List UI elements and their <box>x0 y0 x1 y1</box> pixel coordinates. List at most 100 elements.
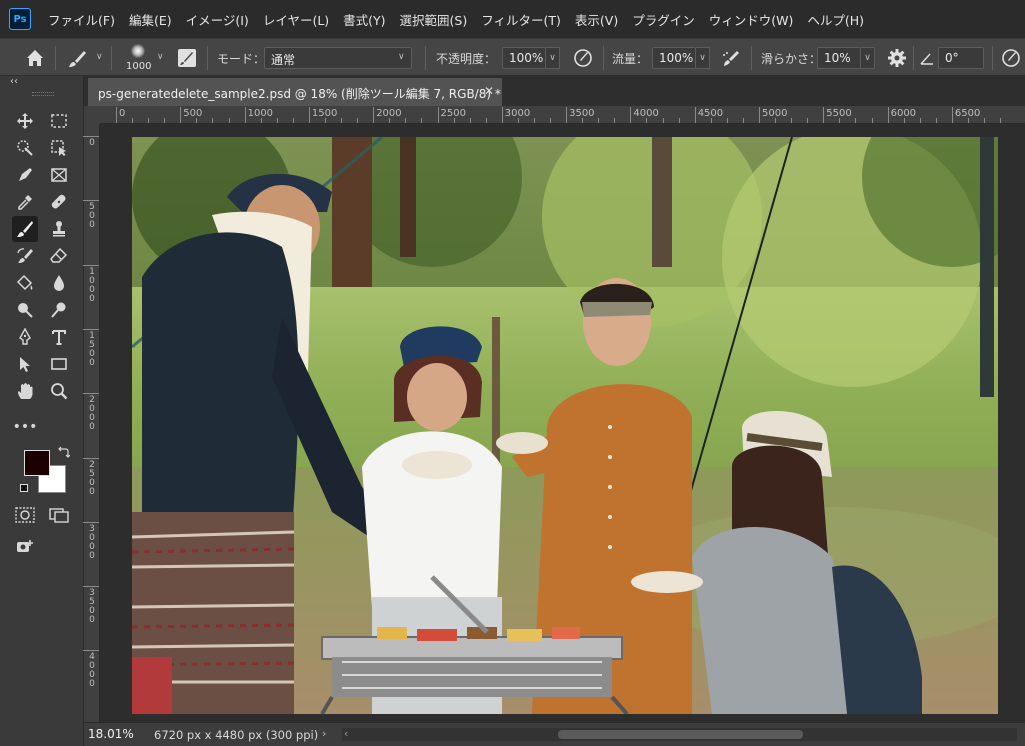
document-canvas-photo[interactable] <box>132 137 998 714</box>
quick-selection-icon[interactable] <box>12 135 38 161</box>
separator <box>751 46 752 70</box>
ruler-tick-label: 3500 <box>89 588 95 626</box>
menu-type[interactable]: 書式(Y) <box>336 10 392 29</box>
chevron-down-icon[interactable]: ∨ <box>96 52 103 62</box>
vertical-ruler[interactable]: 0 500 1000 1500 2000 2500 3000 3500 4000 <box>83 124 100 722</box>
ruler-minor-tick <box>855 118 857 123</box>
ruler-tick-label: 1000 <box>89 266 95 304</box>
ruler-tick <box>308 107 310 123</box>
chevron-down-icon[interactable]: ∨ <box>398 52 405 62</box>
screen-mode-icon[interactable] <box>46 502 72 528</box>
menu-image[interactable]: イメージ(I) <box>179 10 256 29</box>
hand-tool-icon[interactable] <box>12 378 38 404</box>
swap-colors-icon[interactable] <box>56 446 71 460</box>
type-tool-icon[interactable] <box>46 324 72 350</box>
ruler-minor-tick <box>550 118 552 123</box>
ruler-tick <box>83 264 99 266</box>
pressure-opacity-icon[interactable] <box>572 47 594 69</box>
more-tools-icon[interactable]: ••• <box>12 414 38 440</box>
photoshop-logo-icon[interactable]: Ps <box>9 8 31 30</box>
menu-file[interactable]: ファイル(F) <box>41 10 122 29</box>
foreground-color-swatch[interactable] <box>24 450 50 476</box>
blur-tool-icon[interactable] <box>46 270 72 296</box>
rectangle-tool-icon[interactable] <box>46 351 72 377</box>
history-brush-icon[interactable] <box>12 243 38 269</box>
chevron-left-icon[interactable]: ‹ <box>344 727 348 740</box>
opacity-dropdown[interactable]: ∨ <box>546 47 560 69</box>
frame-tool-icon[interactable] <box>46 162 72 188</box>
ruler-minor-tick <box>871 118 873 123</box>
ruler-origin[interactable] <box>84 106 100 124</box>
ruler-minor-tick <box>196 118 198 123</box>
ruler-minor-tick <box>405 118 407 123</box>
menu-help[interactable]: ヘルプ(H) <box>800 10 871 29</box>
gear-icon[interactable] <box>886 47 908 69</box>
dodge-tool-icon[interactable] <box>12 297 38 323</box>
opacity-field[interactable]: 100% <box>502 47 546 69</box>
document-tab[interactable]: ps-generatedelete_sample2.psd @ 18% (削除ツ… <box>88 78 502 106</box>
menu-plugins[interactable]: プラグイン <box>625 10 702 29</box>
ruler-minor-tick <box>775 118 777 123</box>
ruler-minor-tick <box>469 118 471 123</box>
close-icon[interactable]: ✕ <box>484 84 494 98</box>
eyedropper-icon[interactable] <box>12 189 38 215</box>
zoom-level[interactable]: 18.01% <box>88 727 134 741</box>
menu-window[interactable]: ウィンドウ(W) <box>702 10 801 29</box>
canvas-workspace[interactable] <box>100 124 1025 722</box>
menu-layer[interactable]: レイヤー(L) <box>256 10 336 29</box>
edit-toolbar-icon[interactable] <box>12 534 38 560</box>
spot-healing-icon[interactable] <box>46 189 72 215</box>
pen-path-icon[interactable] <box>12 324 38 350</box>
airbrush-icon[interactable] <box>720 47 742 69</box>
scrollbar-thumb[interactable] <box>558 730 803 739</box>
smudge-tool-icon[interactable] <box>46 297 72 323</box>
path-selection-icon[interactable] <box>12 351 38 377</box>
object-selection-icon[interactable] <box>46 135 72 161</box>
eraser-icon[interactable] <box>46 243 72 269</box>
separator <box>55 46 56 70</box>
ruler-minor-tick <box>260 118 262 123</box>
ruler-minor-tick <box>357 118 359 123</box>
home-icon[interactable] <box>24 47 46 69</box>
ruler-tick <box>83 586 99 588</box>
chevron-right-icon[interactable]: › <box>322 727 326 740</box>
ruler-minor-tick <box>292 118 294 123</box>
smoothing-dropdown[interactable]: ∨ <box>861 47 875 69</box>
mode-label: モード： <box>217 52 266 66</box>
menu-filter[interactable]: フィルター(T) <box>474 10 568 29</box>
default-colors-icon[interactable] <box>20 484 34 498</box>
mode-select[interactable]: 通常 <box>264 47 412 69</box>
ruler-tick-label: 4000 <box>89 652 95 690</box>
separator <box>425 46 426 70</box>
menu-select[interactable]: 選択範囲(S) <box>393 10 475 29</box>
paint-bucket-icon[interactable] <box>12 270 38 296</box>
pressure-size-icon[interactable] <box>1000 47 1022 69</box>
horizontal-ruler[interactable]: 0 500 1000 1500 2000 2500 3000 3500 4000 4500 5000… <box>100 106 1025 124</box>
flow-field[interactable]: 100% <box>652 47 696 69</box>
smoothing-field[interactable]: 10% <box>817 47 861 69</box>
ruler-tick-label: 0 <box>89 138 95 148</box>
menu-view[interactable]: 表示(V) <box>568 10 625 29</box>
separator <box>207 46 208 70</box>
ruler-minor-tick <box>148 118 150 123</box>
quick-mask-icon[interactable] <box>12 502 38 528</box>
ruler-tick <box>566 107 568 123</box>
zoom-tool-icon[interactable] <box>46 378 72 404</box>
pen-tool-icon[interactable] <box>12 162 38 188</box>
rectangular-marquee-icon[interactable] <box>46 108 72 134</box>
menu-edit[interactable]: 編集(E) <box>122 10 179 29</box>
horizontal-scrollbar[interactable]: ‹ <box>342 727 1017 741</box>
clone-stamp-icon[interactable] <box>46 216 72 242</box>
chevron-down-icon[interactable]: ∨ <box>157 52 164 62</box>
flow-dropdown[interactable]: ∨ <box>696 47 710 69</box>
brush-preset-picker[interactable]: 1000 <box>121 42 155 74</box>
angle-field[interactable]: 0° <box>938 47 984 69</box>
brush-icon[interactable] <box>66 48 88 70</box>
ruler-minor-tick <box>919 118 921 123</box>
collapse-panel-icon[interactable]: ‹‹ <box>10 76 18 87</box>
ruler-tick <box>83 136 99 137</box>
move-tool-icon[interactable] <box>12 108 38 134</box>
brush-tool-icon[interactable] <box>12 216 38 242</box>
brush-settings-icon[interactable] <box>176 47 198 69</box>
panel-grip[interactable] <box>32 92 54 96</box>
